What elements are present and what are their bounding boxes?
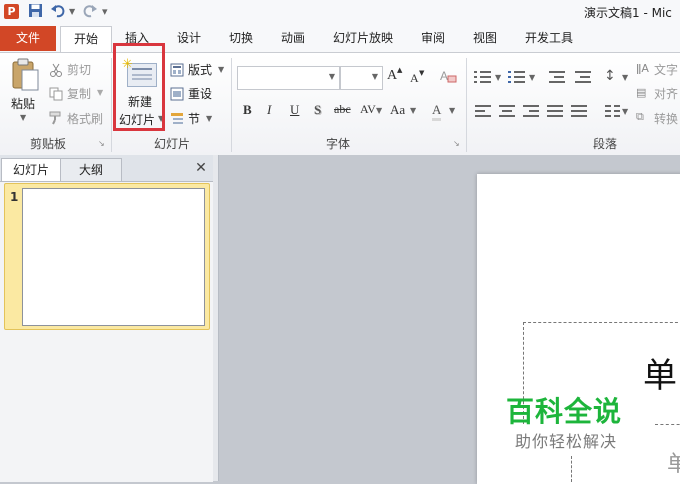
columns-dropdown-icon[interactable]: ▼ <box>622 107 628 116</box>
bullets-icon[interactable] <box>474 70 492 84</box>
line-spacing-dropdown-icon[interactable]: ▼ <box>622 73 628 82</box>
format-painter-icon <box>49 110 63 129</box>
spacing-dropdown-icon[interactable]: ▼ <box>376 106 382 115</box>
paragraph-group-label: 段落 <box>592 137 617 151</box>
decrease-indent-icon[interactable] <box>548 70 566 84</box>
font-size-dropdown-icon[interactable]: ▼ <box>372 72 378 81</box>
layout-dropdown-icon[interactable]: ▼ <box>218 65 224 74</box>
svg-text:A: A <box>440 69 448 83</box>
slide-number: 1 <box>10 190 19 204</box>
grow-font-button[interactable]: A <box>387 68 397 84</box>
tab-view[interactable]: 视图 <box>470 26 500 51</box>
section-dropdown-icon[interactable]: ▼ <box>206 114 212 123</box>
font-group-label: 字体 <box>325 137 350 151</box>
section-icon <box>170 110 184 129</box>
reset-button[interactable]: 重设 <box>188 85 212 102</box>
align-right-icon[interactable] <box>522 104 540 118</box>
numbering-dropdown-icon[interactable]: ▼ <box>529 73 535 82</box>
font-name-dropdown-icon[interactable]: ▼ <box>329 72 335 81</box>
tab-review[interactable]: 审阅 <box>418 26 448 51</box>
font-name-combo[interactable]: ▼ <box>237 66 340 90</box>
justify-icon[interactable] <box>546 104 564 118</box>
format-painter-button[interactable]: 格式刷 <box>67 110 103 127</box>
convert-smartart-button[interactable]: 转换 <box>654 110 678 127</box>
ribbon-separator <box>111 58 112 152</box>
increase-indent-icon[interactable] <box>574 70 592 84</box>
italic-button[interactable]: I <box>267 102 271 118</box>
font-color-dropdown-icon[interactable]: ▼ <box>449 106 455 115</box>
undo-icon[interactable] <box>50 3 66 24</box>
strikethrough-button[interactable]: abc <box>334 102 351 117</box>
clipboard-launcher-icon[interactable]: ↘ <box>98 139 105 148</box>
ribbon-separator <box>466 58 467 152</box>
copy-dropdown-icon[interactable]: ▼ <box>97 88 103 97</box>
shrink-font-button[interactable]: A <box>410 71 419 86</box>
tab-file[interactable]: 文件 <box>0 26 56 51</box>
slides-group-label: 幻灯片 <box>153 137 190 151</box>
font-color-button[interactable]: A <box>432 102 442 121</box>
slide-subtitle-placeholder[interactable]: 单 <box>667 446 680 478</box>
character-spacing-button[interactable]: AV <box>360 102 376 117</box>
font-launcher-icon[interactable]: ↘ <box>453 139 460 148</box>
cut-icon <box>49 62 63 81</box>
powerpoint-app-icon[interactable]: P <box>4 4 19 19</box>
section-button[interactable]: 节 <box>188 110 200 127</box>
tab-design[interactable]: 设计 <box>174 26 204 51</box>
shrink-arrow-icon: ▼ <box>419 69 425 77</box>
align-left-icon[interactable] <box>474 104 492 118</box>
copy-icon <box>49 86 63 105</box>
shadow-button[interactable]: S <box>314 102 321 118</box>
text-direction-button[interactable]: 文字 <box>654 61 678 78</box>
tab-outline[interactable]: 大纲 <box>60 158 122 181</box>
customize-quick-access-icon[interactable]: ▾ <box>102 3 108 21</box>
align-text-icon: ▤ <box>636 86 647 99</box>
title-placeholder-border <box>523 322 680 323</box>
redo-icon[interactable] <box>82 3 98 24</box>
bold-button[interactable]: B <box>243 102 252 118</box>
tab-slides[interactable]: 幻灯片 <box>1 158 61 181</box>
window-title: 演示文稿1 - Mic <box>584 6 672 20</box>
convert-smartart-icon: ⧉ <box>636 110 644 123</box>
underline-button[interactable]: U <box>290 102 299 118</box>
tab-home[interactable]: 开始 <box>60 26 112 53</box>
tab-animations[interactable]: 动画 <box>278 26 308 51</box>
columns-icon[interactable] <box>604 104 622 118</box>
clipboard-group-label: 剪贴板 <box>29 137 66 151</box>
numbering-icon[interactable] <box>508 70 526 84</box>
highlight-box <box>113 43 165 131</box>
watermark-subtitle: 助你轻松解决 <box>515 432 618 451</box>
clear-formatting-icon[interactable]: A <box>440 68 458 88</box>
ribbon-separator <box>231 58 232 152</box>
tab-transitions[interactable]: 切换 <box>226 26 256 51</box>
align-center-icon[interactable] <box>498 104 516 118</box>
change-case-button[interactable]: Aa <box>390 102 405 118</box>
text-direction-icon: ǁA <box>636 62 649 75</box>
layout-icon <box>170 62 184 81</box>
tab-slideshow[interactable]: 幻灯片放映 <box>330 26 396 51</box>
paste-icon[interactable] <box>10 58 40 96</box>
paste-button[interactable]: 粘贴 <box>11 95 35 112</box>
watermark-title: 百科全说 <box>506 395 623 428</box>
align-text-button[interactable]: 对齐 <box>654 85 678 102</box>
tab-developer[interactable]: 开发工具 <box>522 26 576 51</box>
font-size-combo[interactable]: ▼ <box>340 66 383 90</box>
distributed-icon[interactable] <box>570 104 588 118</box>
paste-dropdown-icon[interactable]: ▼ <box>20 113 26 122</box>
subtitle-placeholder-border <box>655 424 680 425</box>
slide-title-placeholder[interactable]: 单 <box>643 348 677 397</box>
subtitle-placeholder-border <box>571 456 572 482</box>
undo-dropdown-icon[interactable]: ▼ <box>69 3 75 21</box>
grow-arrow-icon: ▲ <box>397 66 403 74</box>
close-icon[interactable]: ✕ <box>194 160 208 176</box>
cut-button[interactable]: 剪切 <box>67 61 91 78</box>
save-icon[interactable] <box>28 3 43 24</box>
line-spacing-icon[interactable]: ↕ <box>604 68 616 84</box>
layout-button[interactable]: 版式 <box>188 61 212 78</box>
slide-thumbnail[interactable] <box>22 188 205 326</box>
reset-icon <box>170 86 184 105</box>
pane-splitter[interactable] <box>213 155 219 481</box>
case-dropdown-icon[interactable]: ▼ <box>410 106 416 115</box>
copy-button[interactable]: 复制 <box>67 85 91 102</box>
bullets-dropdown-icon[interactable]: ▼ <box>495 73 501 82</box>
